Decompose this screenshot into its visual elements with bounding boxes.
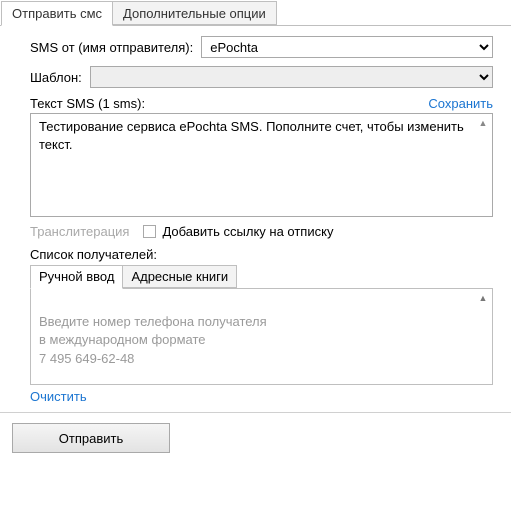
unsubscribe-checkbox[interactable]	[143, 225, 156, 238]
template-row: Шаблон:	[30, 66, 493, 88]
sender-label: SMS от (имя отправителя):	[30, 40, 193, 55]
clear-link[interactable]: Очистить	[30, 389, 87, 404]
recipients-placeholder: Введите номер телефона получателя в межд…	[39, 314, 267, 365]
save-link[interactable]: Сохранить	[428, 96, 493, 111]
tab-send-sms[interactable]: Отправить смс	[1, 1, 113, 26]
send-bar: Отправить	[0, 412, 511, 467]
sms-text-label: Текст SMS (1 sms):	[30, 96, 145, 111]
tab-address-books[interactable]: Адресные книги	[122, 265, 237, 288]
unsubscribe-label: Добавить ссылку на отписку	[162, 224, 333, 239]
recipients-input[interactable]: Введите номер телефона получателя в межд…	[30, 289, 493, 385]
sender-select[interactable]: ePochta	[201, 36, 493, 58]
sms-textarea[interactable]	[30, 113, 493, 217]
sms-label-row: Текст SMS (1 sms): Сохранить	[30, 96, 493, 111]
recipients-label: Список получателей:	[30, 247, 493, 262]
tab-additional-options[interactable]: Дополнительные опции	[112, 1, 277, 25]
send-sms-panel: SMS от (имя отправителя): ePochta Шаблон…	[0, 26, 511, 412]
send-button[interactable]: Отправить	[12, 423, 170, 453]
scroll-up-icon: ▲	[476, 291, 490, 305]
template-select[interactable]	[90, 66, 493, 88]
translit-row: Транслитерация Добавить ссылку на отписк…	[30, 224, 493, 239]
recipients-tabstrip: Ручной ввод Адресные книги	[30, 265, 493, 289]
tab-manual-input[interactable]: Ручной ввод	[30, 265, 123, 289]
main-tabstrip: Отправить смс Дополнительные опции	[0, 0, 511, 26]
template-label: Шаблон:	[30, 70, 82, 85]
transliteration-link: Транслитерация	[30, 224, 129, 239]
sender-row: SMS от (имя отправителя): ePochta	[30, 36, 493, 58]
